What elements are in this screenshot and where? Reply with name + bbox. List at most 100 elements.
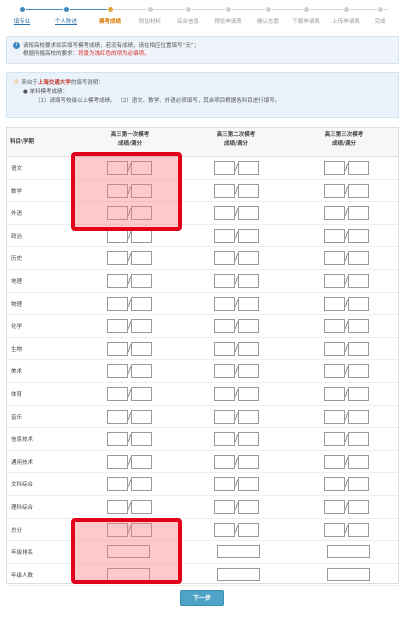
full-score-input[interactable] bbox=[348, 387, 369, 401]
full-score-input[interactable] bbox=[131, 341, 152, 356]
score-input[interactable] bbox=[324, 364, 345, 379]
step-mock-scores[interactable]: 模考成绩 bbox=[90, 2, 130, 25]
full-score-input[interactable] bbox=[348, 432, 369, 447]
score-input[interactable] bbox=[107, 341, 128, 356]
score-input[interactable] bbox=[107, 364, 128, 379]
score-input[interactable] bbox=[324, 454, 345, 469]
full-score-input[interactable] bbox=[238, 161, 259, 175]
next-step-button[interactable]: 下一步 bbox=[180, 590, 224, 606]
score-input[interactable] bbox=[107, 251, 128, 266]
score-input[interactable] bbox=[324, 409, 345, 424]
rank-input-exam1[interactable] bbox=[107, 545, 150, 559]
score-input[interactable] bbox=[214, 319, 235, 334]
score-input[interactable] bbox=[214, 296, 235, 311]
score-input[interactable] bbox=[324, 477, 345, 492]
rank-input-exam2[interactable] bbox=[217, 545, 260, 559]
score-input[interactable] bbox=[214, 274, 235, 288]
score-input[interactable] bbox=[107, 319, 128, 334]
full-score-input[interactable] bbox=[131, 161, 152, 175]
full-score-input[interactable] bbox=[131, 206, 152, 221]
score-input[interactable] bbox=[214, 522, 235, 537]
score-input[interactable] bbox=[107, 522, 128, 537]
step-statement[interactable]: 个人陈述 bbox=[46, 2, 86, 25]
score-input[interactable] bbox=[214, 364, 235, 379]
score-input[interactable] bbox=[324, 228, 345, 243]
full-score-input[interactable] bbox=[238, 296, 259, 311]
full-score-input[interactable] bbox=[131, 454, 152, 469]
score-input[interactable] bbox=[107, 206, 128, 221]
full-score-input[interactable] bbox=[348, 274, 369, 288]
full-score-input[interactable] bbox=[348, 477, 369, 492]
score-input[interactable] bbox=[324, 206, 345, 221]
score-input[interactable] bbox=[324, 319, 345, 334]
full-score-input[interactable] bbox=[348, 251, 369, 266]
full-score-input[interactable] bbox=[131, 522, 152, 537]
full-score-input[interactable] bbox=[131, 432, 152, 447]
score-input[interactable] bbox=[107, 228, 128, 243]
rank-input-exam2[interactable] bbox=[217, 567, 260, 581]
full-score-input[interactable] bbox=[348, 228, 369, 243]
score-input[interactable] bbox=[107, 183, 128, 198]
full-score-input[interactable] bbox=[131, 500, 152, 514]
full-score-input[interactable] bbox=[131, 409, 152, 424]
score-input[interactable] bbox=[324, 341, 345, 356]
score-input[interactable] bbox=[107, 500, 128, 514]
full-score-input[interactable] bbox=[238, 500, 259, 514]
full-score-input[interactable] bbox=[131, 228, 152, 243]
full-score-input[interactable] bbox=[238, 477, 259, 492]
full-score-input[interactable] bbox=[238, 274, 259, 288]
score-input[interactable] bbox=[214, 161, 235, 175]
score-input[interactable] bbox=[324, 432, 345, 447]
full-score-input[interactable] bbox=[131, 477, 152, 492]
full-score-input[interactable] bbox=[238, 387, 259, 401]
score-input[interactable] bbox=[324, 296, 345, 311]
score-input[interactable] bbox=[324, 183, 345, 198]
full-score-input[interactable] bbox=[348, 341, 369, 356]
full-score-input[interactable] bbox=[238, 251, 259, 266]
full-score-input[interactable] bbox=[348, 364, 369, 379]
full-score-input[interactable] bbox=[238, 183, 259, 198]
score-input[interactable] bbox=[214, 432, 235, 447]
full-score-input[interactable] bbox=[131, 387, 152, 401]
score-input[interactable] bbox=[107, 387, 128, 401]
full-score-input[interactable] bbox=[348, 296, 369, 311]
full-score-input[interactable] bbox=[238, 228, 259, 243]
rank-input-exam1[interactable] bbox=[107, 567, 150, 581]
score-input[interactable] bbox=[214, 183, 235, 198]
full-score-input[interactable] bbox=[348, 206, 369, 221]
score-input[interactable] bbox=[214, 409, 235, 424]
score-input[interactable] bbox=[107, 274, 128, 288]
score-input[interactable] bbox=[324, 522, 345, 537]
full-score-input[interactable] bbox=[131, 364, 152, 379]
full-score-input[interactable] bbox=[348, 183, 369, 198]
score-input[interactable] bbox=[324, 500, 345, 514]
score-input[interactable] bbox=[214, 477, 235, 492]
full-score-input[interactable] bbox=[238, 522, 259, 537]
full-score-input[interactable] bbox=[131, 274, 152, 288]
full-score-input[interactable] bbox=[348, 500, 369, 514]
full-score-input[interactable] bbox=[348, 319, 369, 334]
full-score-input[interactable] bbox=[238, 454, 259, 469]
score-input[interactable] bbox=[214, 454, 235, 469]
score-input[interactable] bbox=[107, 454, 128, 469]
score-input[interactable] bbox=[324, 387, 345, 401]
score-input[interactable] bbox=[214, 500, 235, 514]
full-score-input[interactable] bbox=[131, 183, 152, 198]
rank-input-exam3[interactable] bbox=[327, 567, 370, 581]
score-input[interactable] bbox=[324, 274, 345, 288]
full-score-input[interactable] bbox=[348, 454, 369, 469]
full-score-input[interactable] bbox=[348, 522, 369, 537]
full-score-input[interactable] bbox=[238, 432, 259, 447]
score-input[interactable] bbox=[214, 206, 235, 221]
full-score-input[interactable] bbox=[348, 409, 369, 424]
full-score-input[interactable] bbox=[131, 319, 152, 334]
score-input[interactable] bbox=[107, 432, 128, 447]
score-input[interactable] bbox=[107, 409, 128, 424]
score-input[interactable] bbox=[324, 161, 345, 175]
score-input[interactable] bbox=[324, 251, 345, 266]
score-input[interactable] bbox=[107, 477, 128, 492]
step-major[interactable]: 填专业 bbox=[2, 2, 42, 25]
score-input[interactable] bbox=[107, 296, 128, 311]
score-input[interactable] bbox=[214, 341, 235, 356]
rank-input-exam3[interactable] bbox=[327, 545, 370, 559]
